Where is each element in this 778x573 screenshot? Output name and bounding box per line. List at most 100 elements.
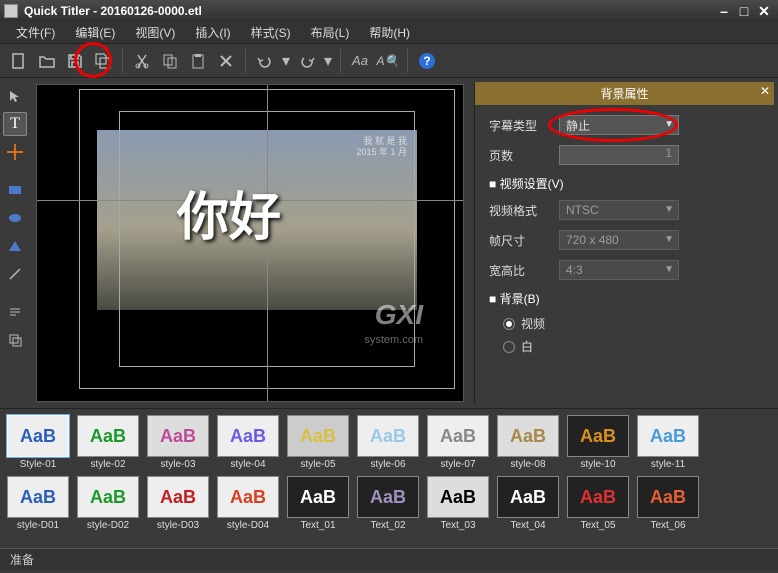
style-item[interactable]: AaBstyle-10 (566, 415, 630, 470)
panel-header: 背景属性 ✕ (475, 82, 774, 105)
style-item[interactable]: AaBStyle-01 (6, 415, 70, 470)
style-item[interactable]: AaBstyle-08 (496, 415, 560, 470)
delete-button[interactable] (213, 48, 239, 74)
style-item[interactable]: AaBstyle-D03 (146, 476, 210, 531)
text-search-button[interactable]: A🔍 (375, 48, 401, 74)
pages-input[interactable]: 1 (559, 145, 679, 165)
style-item[interactable]: AaBstyle-05 (286, 415, 350, 470)
style-thumbnail: AaB (357, 476, 419, 518)
titlebar: Quick Titler - 20160126-0000.etl – □ ✕ (0, 0, 778, 22)
style-label: Text_03 (440, 520, 475, 531)
style-label: style-D02 (87, 520, 129, 531)
pointer-tool[interactable] (3, 84, 27, 108)
watermark-sub: system.com (364, 334, 423, 346)
help-button[interactable]: ? (414, 48, 440, 74)
panel-close-icon[interactable]: ✕ (760, 84, 770, 98)
style-thumbnail: AaB (77, 476, 139, 518)
close-button[interactable]: ✕ (754, 3, 774, 19)
radio-icon (503, 341, 515, 353)
undo-dropdown[interactable]: ▾ (280, 48, 292, 74)
style-item[interactable]: AaBText_01 (286, 476, 350, 531)
style-thumbnail: AaB (637, 415, 699, 457)
style-item[interactable]: AaBText_05 (566, 476, 630, 531)
menu-edit[interactable]: 编辑(E) (65, 22, 125, 43)
aspect-select[interactable]: 4:3 ▼ (559, 260, 679, 280)
style-item[interactable]: AaBstyle-D01 (6, 476, 70, 531)
style-item[interactable]: AaB style-06 (356, 415, 420, 470)
undo-button[interactable] (252, 48, 278, 74)
open-button[interactable] (34, 48, 60, 74)
style-label: style-07 (440, 459, 475, 470)
frame-size-select[interactable]: 720 x 480 ▼ (559, 230, 679, 250)
style-thumbnail: AaB (7, 476, 69, 518)
style-label: Text_06 (650, 520, 685, 531)
title-text[interactable]: 你好 (177, 175, 281, 250)
save-as-button[interactable] (90, 48, 116, 74)
svg-text:?: ? (423, 54, 430, 68)
menu-view[interactable]: 视图(V) (125, 22, 185, 43)
style-item[interactable]: AaBText_02 (356, 476, 420, 531)
style-item[interactable]: AaBstyle-02 (76, 415, 140, 470)
properties-panel: 背景属性 ✕ 字幕类型 静止 ▼ 页数 1 ■ 视频设置(V) 视频格式 NTS… (474, 82, 774, 404)
menu-help[interactable]: 帮助(H) (359, 22, 420, 43)
align-tool[interactable] (3, 300, 27, 324)
menu-insert[interactable]: 插入(I) (185, 22, 240, 43)
watermark: GXI (375, 299, 423, 331)
rectangle-tool[interactable] (3, 178, 27, 202)
style-thumbnail: AaB (357, 415, 419, 457)
style-thumbnail: AaB (567, 415, 629, 457)
style-item[interactable]: AaB style-D02 (76, 476, 140, 531)
cut-button[interactable] (129, 48, 155, 74)
menu-style[interactable]: 样式(S) (241, 22, 301, 43)
style-thumbnail: AaB (147, 415, 209, 457)
minimize-button[interactable]: – (714, 3, 734, 19)
style-thumbnail: AaB (497, 476, 559, 518)
radio-video[interactable]: 视频 (503, 315, 760, 332)
chevron-down-icon: ▼ (664, 204, 674, 215)
style-item[interactable]: AaBText_06 (636, 476, 700, 531)
maximize-button[interactable]: □ (734, 3, 754, 19)
style-item[interactable]: AaB Text_04 (496, 476, 560, 531)
redo-dropdown[interactable]: ▾ (322, 48, 334, 74)
style-thumbnail: AaB (427, 476, 489, 518)
new-button[interactable] (6, 48, 32, 74)
style-label: style-06 (370, 459, 405, 470)
line-tool[interactable] (3, 262, 27, 286)
statusbar: 准备 (0, 548, 778, 570)
radio-white[interactable]: 白 (503, 338, 760, 355)
style-item[interactable]: AaBstyle-03 (146, 415, 210, 470)
text-style-button[interactable]: Aa (347, 48, 373, 74)
style-thumbnail: AaB (287, 476, 349, 518)
style-item[interactable]: AaBstyle-11 (636, 415, 700, 470)
style-label: Text_04 (510, 520, 545, 531)
video-format-select[interactable]: NTSC ▼ (559, 200, 679, 220)
style-item[interactable]: AaB style-07 (426, 415, 490, 470)
window-title: Quick Titler - 20160126-0000.etl (24, 4, 202, 18)
style-label: Style-01 (20, 459, 57, 470)
style-label: style-05 (300, 459, 335, 470)
menubar: 文件(F) 编辑(E) 视图(V) 插入(I) 样式(S) 布局(L) 帮助(H… (0, 22, 778, 44)
subtitle-type-select[interactable]: 静止 ▼ (559, 115, 679, 135)
triangle-tool[interactable] (3, 234, 27, 258)
video-settings-section: ■ 视频设置(V) (489, 175, 760, 192)
status-text: 准备 (10, 551, 34, 568)
aspect-label: 宽高比 (489, 262, 559, 279)
copy-button[interactable] (157, 48, 183, 74)
save-button[interactable] (62, 48, 88, 74)
style-item[interactable]: AaBstyle-04 (216, 415, 280, 470)
layers-tool[interactable] (3, 328, 27, 352)
style-item[interactable]: AaBstyle-D04 (216, 476, 280, 531)
style-item[interactable]: AaB Text_03 (426, 476, 490, 531)
menu-layout[interactable]: 布局(L) (301, 22, 360, 43)
style-thumbnail: AaB (427, 415, 489, 457)
style-label: style-08 (510, 459, 545, 470)
ellipse-tool[interactable] (3, 206, 27, 230)
canvas[interactable]: 我 就 是 我 2015 年 1 月 你好 GXI system.com (36, 84, 464, 402)
left-toolbar: T (0, 78, 30, 408)
style-thumbnail: AaB (567, 476, 629, 518)
text-tool[interactable]: T (3, 112, 27, 136)
paste-button[interactable] (185, 48, 211, 74)
crosshair-tool[interactable] (3, 140, 27, 164)
redo-button[interactable] (294, 48, 320, 74)
menu-file[interactable]: 文件(F) (6, 22, 65, 43)
